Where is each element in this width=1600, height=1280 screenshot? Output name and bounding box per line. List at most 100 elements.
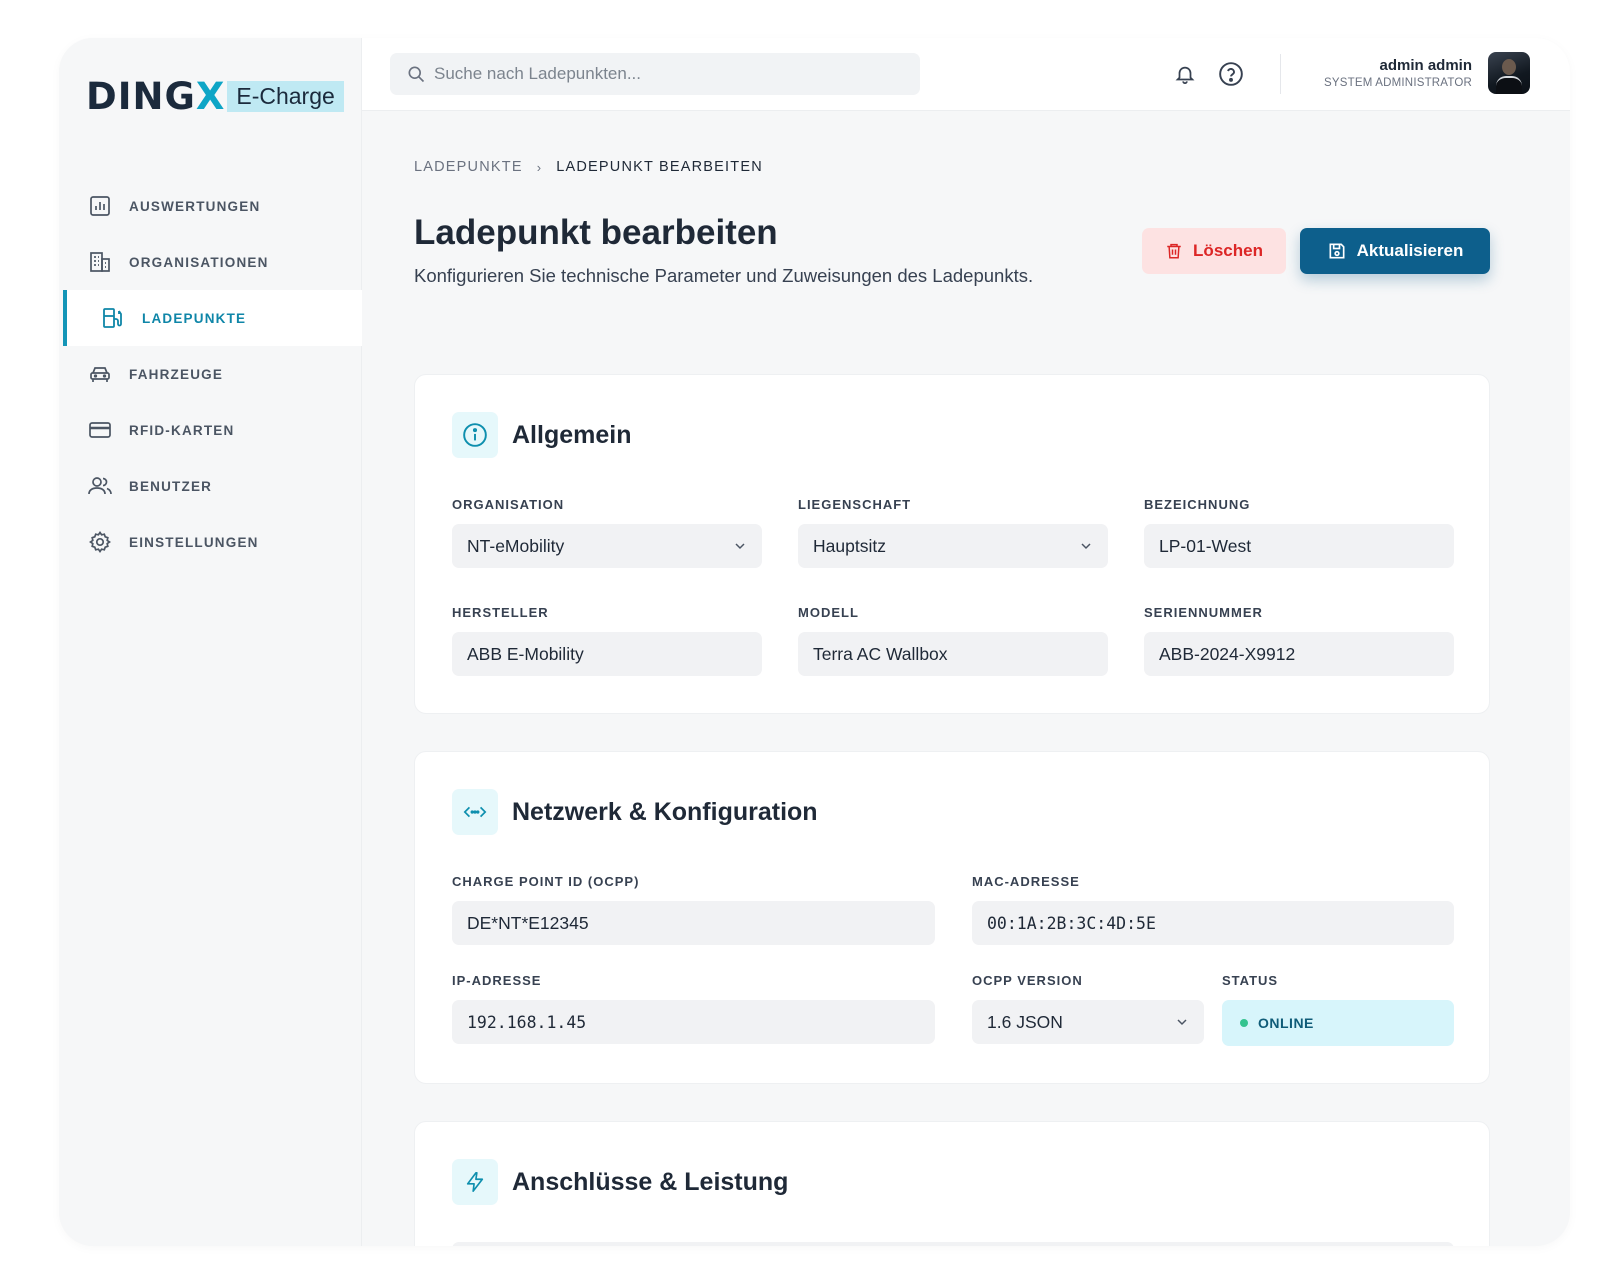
field-liegenschaft: LIEGENSCHAFT Hauptsitz [798, 497, 1108, 568]
sidebar-item-rfid-karten[interactable]: RFID-KARTEN [59, 402, 362, 458]
card-title: Allgemein [512, 420, 632, 449]
hersteller-input[interactable]: ABB E-Mobility [452, 632, 762, 676]
info-icon [452, 412, 498, 458]
status-text: ONLINE [1258, 1015, 1314, 1031]
field-label: CHARGE POINT ID (OCPP) [452, 874, 640, 889]
ocpp-version-select[interactable]: 1.6 JSON [972, 1000, 1204, 1044]
card-title: Anschlüsse & Leistung [512, 1167, 789, 1196]
status-badge: ONLINE [1222, 1000, 1454, 1046]
field-label: IP-ADRESSE [452, 973, 542, 988]
sidebar-item-organisationen[interactable]: ORGANISATIONEN [59, 234, 362, 290]
field-label: LIEGENSCHAFT [798, 497, 912, 512]
field-ip-adresse: IP-ADRESSE 192.168.1.45 [452, 973, 935, 1044]
card-general: Allgemein ORGANISATION NT-eMobility LIEG… [414, 374, 1490, 714]
select-value: Hauptsitz [813, 535, 886, 556]
app-window: DINGX E-Charge AUSWERTUNGEN ORGANISATION… [59, 38, 1570, 1246]
sidebar-item-label: AUSWERTUNGEN [129, 198, 261, 214]
gear-icon [87, 529, 113, 555]
field-status: STATUS ONLINE [1222, 973, 1454, 1046]
delete-button[interactable]: Löschen [1142, 228, 1286, 274]
delete-button-label: Löschen [1193, 241, 1263, 260]
field-label: BEZEICHNUNG [1144, 497, 1251, 512]
sidebar-item-label: RFID-KARTEN [129, 422, 235, 438]
mac-address-input[interactable]: 00:1A:2B:3C:4D:5E [972, 901, 1454, 945]
field-bezeichnung: BEZEICHNUNG LP-01-West [1144, 497, 1454, 568]
card-header: Allgemein [452, 412, 631, 458]
chart-icon [87, 193, 113, 219]
breadcrumb-separator: › [536, 159, 543, 175]
field-label: MAC-ADRESSE [972, 874, 1080, 889]
card-header: Anschlüsse & Leistung [452, 1159, 788, 1205]
bell-icon[interactable] [1172, 60, 1198, 88]
user-menu[interactable]: admin admin SYSTEM ADMINISTRATOR [1324, 52, 1530, 94]
user-role: SYSTEM ADMINISTRATOR [1324, 77, 1472, 89]
field-label: OCPP VERSION [972, 973, 1083, 988]
search-input[interactable] [434, 64, 874, 84]
organisation-select[interactable]: NT-eMobility [452, 524, 762, 568]
top-bar: admin admin SYSTEM ADMINISTRATOR [362, 38, 1570, 111]
ip-address-input[interactable]: 192.168.1.45 [452, 1000, 935, 1044]
page-subtitle: Konfigurieren Sie technische Parameter u… [414, 265, 1034, 286]
divider [1280, 54, 1281, 94]
user-info: admin admin SYSTEM ADMINISTRATOR [1324, 57, 1472, 89]
breadcrumb: LADEPUNKTE › LADEPUNKT BEARBEITEN [414, 159, 763, 175]
lightning-icon [452, 1159, 498, 1205]
status-dot [1240, 1019, 1248, 1027]
chevron-down-icon [1174, 1014, 1190, 1035]
building-icon [87, 249, 113, 275]
chevron-down-icon [1078, 538, 1094, 559]
card-icon [87, 417, 113, 443]
field-seriennummer: SERIENNUMMER ABB-2024-X9912 [1144, 605, 1454, 676]
car-icon [87, 361, 113, 387]
logo-product-name: E-Charge [227, 81, 344, 112]
help-icon[interactable] [1218, 60, 1244, 88]
brand-logo[interactable]: DINGX E-Charge [86, 78, 344, 115]
search-icon [406, 64, 426, 84]
users-icon [87, 473, 113, 499]
search-bar[interactable] [390, 53, 920, 95]
breadcrumb-link-ladepunkte[interactable]: LADEPUNKTE [414, 159, 523, 175]
sidebar-item-label: EINSTELLUNGEN [129, 534, 259, 550]
field-ocpp-version: OCPP VERSION 1.6 JSON [972, 973, 1204, 1044]
card-title: Netzwerk & Konfiguration [512, 797, 818, 826]
field-label: STATUS [1222, 973, 1279, 988]
sidebar-item-fahrzeuge[interactable]: FAHRZEUGE [59, 346, 362, 402]
liegenschaft-select[interactable]: Hauptsitz [798, 524, 1108, 568]
field-charge-point-id: CHARGE POINT ID (OCPP) DE*NT*E12345 [452, 874, 935, 945]
card-header: Netzwerk & Konfiguration [452, 789, 818, 835]
charging-station-icon [100, 305, 126, 331]
sidebar-item-label: LADEPUNKTE [142, 310, 247, 326]
update-button-label: Aktualisieren [1356, 241, 1464, 260]
logo-wordmark: DINGX [86, 75, 226, 118]
update-button[interactable]: Aktualisieren [1300, 228, 1490, 274]
user-name: admin admin [1379, 57, 1472, 74]
breadcrumb-current: LADEPUNKT BEARBEITEN [556, 159, 763, 175]
page-title: Ladepunkt bearbeiten [414, 213, 778, 252]
field-organisation: ORGANISATION NT-eMobility [452, 497, 762, 568]
sidebar-item-benutzer[interactable]: BENUTZER [59, 458, 362, 514]
card-network: Netzwerk & Konfiguration CHARGE POINT ID… [414, 751, 1490, 1084]
sidebar-item-ladepunkte[interactable]: LADEPUNKTE [63, 290, 362, 346]
field-modell: MODELL Terra AC Wallbox [798, 605, 1108, 676]
code-icon [452, 789, 498, 835]
card-connectors: Anschlüsse & Leistung [414, 1121, 1490, 1246]
field-label: SERIENNUMMER [1144, 605, 1263, 620]
charge-point-id-input[interactable]: DE*NT*E12345 [452, 901, 935, 945]
select-value: NT-eMobility [467, 535, 565, 556]
modell-input[interactable]: Terra AC Wallbox [798, 632, 1108, 676]
seriennummer-input[interactable]: ABB-2024-X9912 [1144, 632, 1454, 676]
sidebar-item-auswertungen[interactable]: AUSWERTUNGEN [59, 178, 362, 234]
field-mac-adresse: MAC-ADRESSE 00:1A:2B:3C:4D:5E [972, 874, 1454, 945]
field-label: HERSTELLER [452, 605, 549, 620]
field-hersteller: HERSTELLER ABB E-Mobility [452, 605, 762, 676]
bezeichnung-input[interactable]: LP-01-West [1144, 524, 1454, 568]
connector-field[interactable] [452, 1242, 1454, 1246]
main-content: LADEPUNKTE › LADEPUNKT BEARBEITEN Ladepu… [362, 111, 1570, 1246]
select-value: 1.6 JSON [987, 1011, 1063, 1032]
chevron-down-icon [732, 538, 748, 559]
trash-icon [1165, 241, 1183, 261]
sidebar-item-einstellungen[interactable]: EINSTELLUNGEN [59, 514, 362, 570]
sidebar-item-label: BENUTZER [129, 478, 213, 494]
avatar[interactable] [1488, 52, 1530, 94]
sidebar-item-label: ORGANISATIONEN [129, 254, 269, 270]
